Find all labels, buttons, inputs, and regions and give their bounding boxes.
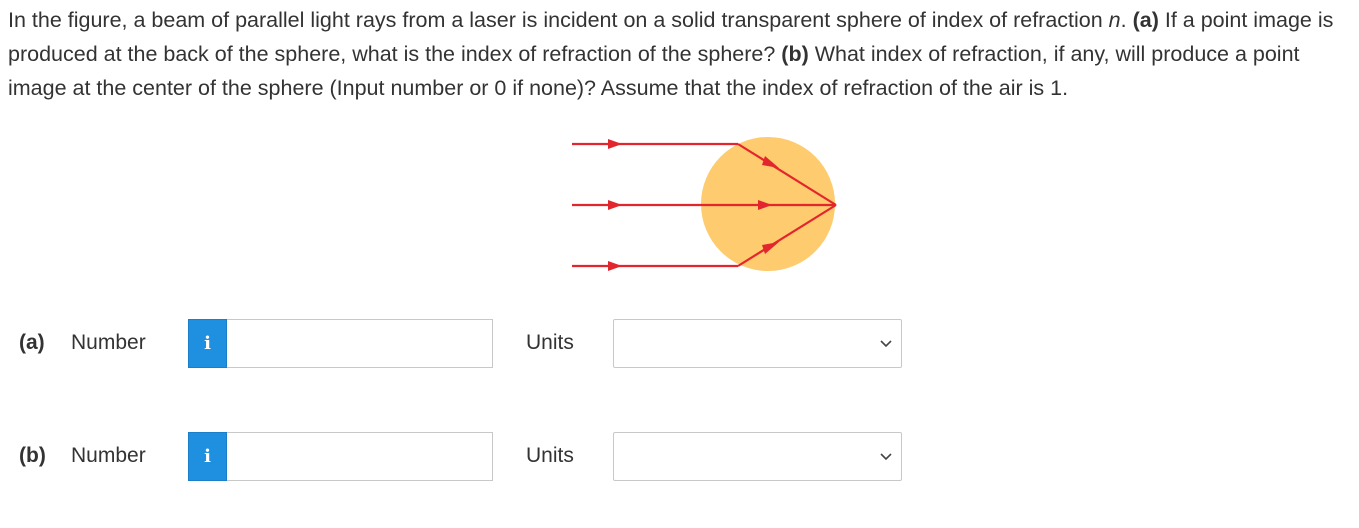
- chevron-down-icon: [880, 453, 892, 461]
- part-a-info-button[interactable]: i: [188, 319, 227, 368]
- ray-arrow-middle: [608, 200, 622, 210]
- part-a-row: (a) Number i Units: [0, 319, 1359, 369]
- part-b-units-dropdown[interactable]: [613, 432, 902, 481]
- sphere-refraction-figure: [572, 137, 837, 271]
- part-a-number-input[interactable]: [227, 319, 493, 368]
- info-icon: i: [204, 446, 211, 467]
- part-a-number-label: Number: [71, 331, 146, 354]
- part-b-row: (b) Number i Units: [0, 432, 1359, 482]
- question-segment: In the figure, a beam of parallel light …: [8, 8, 1109, 32]
- part-b-label: (b): [19, 444, 46, 467]
- ray-arrow-bottom: [608, 261, 622, 271]
- part-b-info-button[interactable]: i: [188, 432, 227, 481]
- question-part-b-marker: (b): [781, 42, 809, 66]
- part-a-units-label: Units: [526, 331, 574, 354]
- part-a-label: (a): [19, 331, 45, 354]
- question-segment: .: [1120, 8, 1133, 32]
- question-text: In the figure, a beam of parallel light …: [8, 3, 1353, 105]
- part-a-units-dropdown[interactable]: [613, 319, 902, 368]
- part-b-number-label: Number: [71, 444, 146, 467]
- info-icon: i: [204, 333, 211, 354]
- question-segment-italic: n: [1108, 8, 1121, 32]
- part-b-units-label: Units: [526, 444, 574, 467]
- ray-arrow-top: [608, 139, 622, 149]
- part-b-number-input[interactable]: [227, 432, 493, 481]
- chevron-down-icon: [880, 340, 892, 348]
- question-part-a-marker: (a): [1132, 8, 1159, 32]
